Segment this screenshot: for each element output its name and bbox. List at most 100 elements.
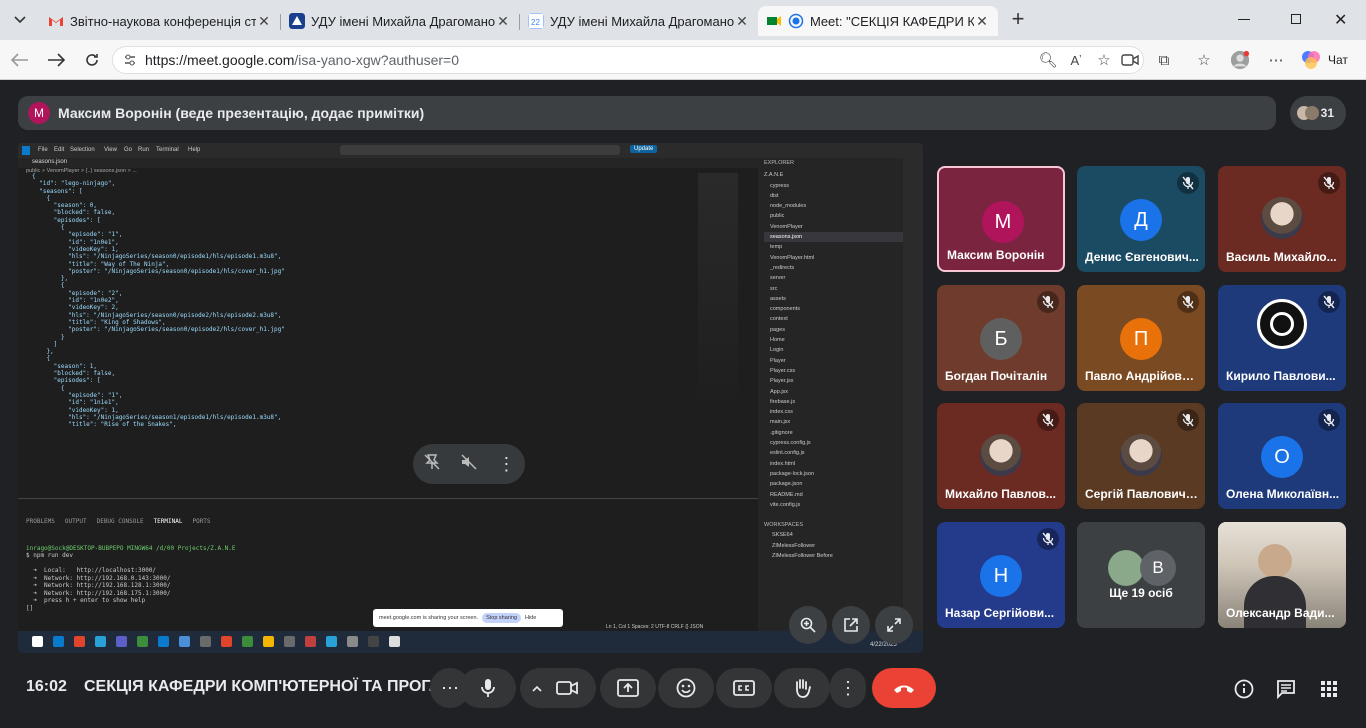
site-info-icon[interactable] [123,53,137,67]
explorer-item: Login [770,347,784,354]
participant-tile[interactable]: П Павло Андрійови... [1077,285,1205,391]
fullscreen-button[interactable] [875,606,913,644]
participant-tile[interactable]: Н Назар Сергійови... [937,522,1065,628]
code-line: "blocked": false, [32,209,116,217]
participant-tile[interactable]: Олександр Вади... [1218,522,1346,628]
more-options-icon[interactable]: ⋮ [497,454,515,475]
vscode-status-bar: Ln 1, Col 1 Spaces: 2 UTF-8 CRLF {} JSON [606,624,704,630]
participant-tile[interactable]: О Олена Миколаївн... [1218,403,1346,509]
meeting-details-button[interactable] [1232,677,1256,701]
reload-button[interactable] [80,48,104,72]
terminal-tab: PORTS [192,518,211,525]
participant-tile[interactable]: Сергій Павлович ... [1077,403,1205,509]
url-host: https://meet.google.com [145,52,295,68]
camera-in-use-icon[interactable] [1120,50,1140,70]
taskbar-app-icon [53,636,64,647]
browser-tab-2[interactable]: УДУ імені Михайла Драгоманова ✕ [281,6,519,36]
microphone-button[interactable] [460,668,516,708]
avatar: М [982,201,1024,243]
present-screen-button[interactable] [600,668,656,708]
new-tab-button[interactable]: + [1006,6,1030,34]
favorite-star-icon[interactable]: ☆ [1094,50,1114,70]
taskbar-app-icon [116,636,127,647]
favorites-icon[interactable]: ☆ [1194,50,1214,70]
camera-options-button[interactable] [520,668,596,708]
code-line: "season": 1, [32,362,98,370]
taskbar-app-icon [137,636,148,647]
explorer-item: context [770,316,788,323]
participants-avatars-icon [1297,106,1319,120]
svg-text:22: 22 [531,18,540,27]
leave-call-button[interactable] [872,668,936,708]
zoom-in-button[interactable] [789,606,827,644]
zoom-icon[interactable]: 🔍︎ [1038,50,1058,70]
browser-tab-bar: Звітно-наукова конференція стар ✕ УДУ ім… [0,0,1366,40]
taskbar-icons [32,636,400,647]
raise-hand-button[interactable] [774,668,830,708]
profile-avatar[interactable] [1230,50,1250,70]
emoji-icon [676,678,696,698]
code-line: { [32,355,51,363]
browser-tab-4-active[interactable]: Meet: "СЕКЦІЯ КАФЕДРИ КОМ ✕ [758,6,998,36]
explorer-item: seasons.json [764,232,903,243]
more-menu-icon[interactable]: ⋯ [1266,50,1286,70]
participant-tile[interactable]: М Максим Воронін [937,166,1065,272]
close-icon[interactable]: ✕ [495,13,511,30]
file-tab-name: seasons.json [32,159,68,165]
activities-button[interactable] [1317,677,1341,701]
pop-out-button[interactable] [832,606,870,644]
participant-tile[interactable]: Василь Михайло... [1218,166,1346,272]
pin-off-icon[interactable] [423,453,441,475]
explorer-item: Player.css [770,367,796,374]
participant-tile[interactable]: Михайло Павлов... [937,403,1065,509]
terminal-tab: PROBLEMS [26,518,55,525]
open-in-new-icon [844,618,858,632]
meeting-clock: 16:02 [26,678,67,695]
browser-tab-1[interactable]: Звітно-наукова конференція стар ✕ [40,6,280,36]
explorer-item: components [770,306,800,313]
copilot-chat-button[interactable]: Чат [1300,48,1348,72]
explorer-item: eslint.config.js [770,450,805,457]
chat-button[interactable] [1274,677,1298,701]
recording-dot-icon [788,13,804,29]
address-bar[interactable]: https://meet.google.com/isa-yano-xgw?aut… [112,46,1144,74]
code-line: "hls": "/NinjagoSeries/season0/episode2/… [32,311,282,319]
code-line: { [32,173,36,180]
mic-off-icon [1318,291,1340,313]
explorer-item: VenomPlayer.html [770,254,815,261]
reactions-button[interactable] [658,668,714,708]
explorer-file-list: Z.A.N.E cypress dist node_modules public Veno… [764,170,903,510]
close-icon[interactable]: ✕ [256,13,272,30]
tab-title: Звітно-наукова конференція стар [70,13,256,29]
explorer-item: node_modules [770,203,807,210]
browser-tab-3[interactable]: 22 УДУ імені Михайла Драгоманова ✕ [520,6,758,36]
minimize-button[interactable] [1238,19,1250,20]
participant-tile[interactable]: Б Богдан Почіталін [937,285,1065,391]
explorer-item: package-lock.json [770,470,815,477]
code-line: "title": "Way of The Ninja", [32,260,170,268]
restore-button[interactable] [1291,14,1301,24]
participant-tile[interactable]: Д Денис Євгенович... [1077,166,1205,272]
mic-off-icon [1037,291,1059,313]
forward-button[interactable] [44,48,68,72]
explorer-item: main.jsx [770,419,791,426]
extensions-icon[interactable]: ⧉ [1154,50,1174,70]
window-close-button[interactable]: ✕ [1334,10,1347,30]
more-options-button[interactable]: ⋮ [830,668,866,708]
back-button[interactable] [8,48,32,72]
captions-button[interactable] [716,668,772,708]
participants-count-badge[interactable]: 31 [1290,96,1346,130]
read-aloud-icon[interactable]: Aʼ [1066,50,1086,70]
volume-off-icon[interactable] [460,453,478,475]
apps-grid-icon [1321,681,1337,697]
participant-tile[interactable]: Кирило Павлови... [1218,285,1346,391]
update-button: Update [630,145,658,153]
participant-tile[interactable]: В Ще 19 осіб [1077,522,1205,628]
stop-sharing-button: Stop sharing [482,613,521,623]
terminal-output: inrago@Sock@DESKTOP-BUBPEPO MINGW64 /d/0… [26,545,750,613]
close-icon[interactable]: ✕ [734,13,750,30]
tab-list-dropdown-button[interactable] [8,8,32,32]
close-icon[interactable]: ✕ [974,13,990,30]
avatar: Н [980,555,1022,597]
